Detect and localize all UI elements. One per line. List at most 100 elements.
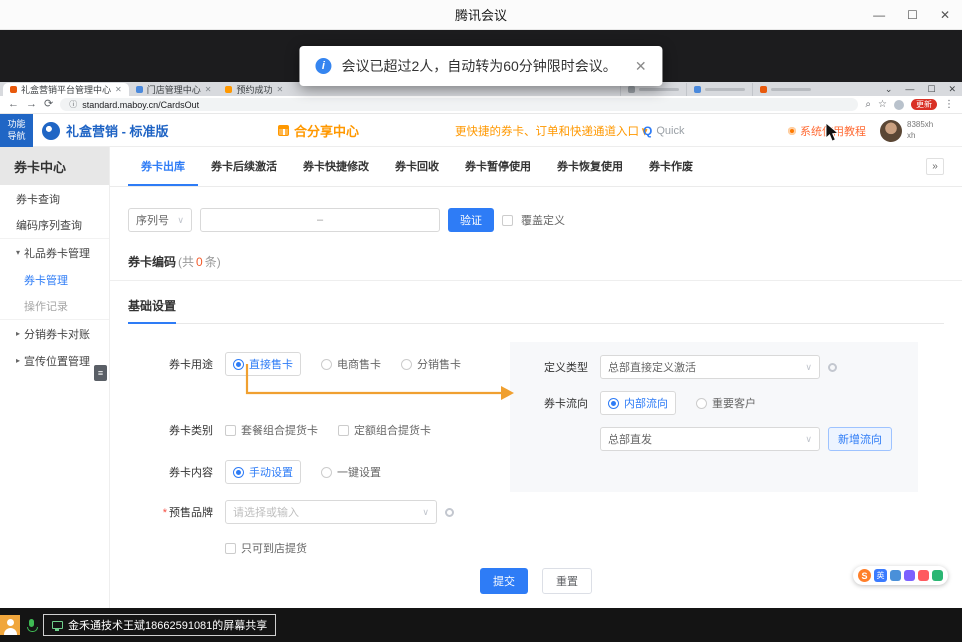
sidebar-group-distribution-recon[interactable]: ▸ 分销券卡对账 xyxy=(0,320,109,347)
tab-card-resume[interactable]: 券卡恢复使用 xyxy=(544,147,636,186)
reset-button[interactable]: 重置 xyxy=(542,568,592,594)
browser-window: 礼盒营销平台管理中心 ✕ 门店管理中心 ✕ 预约成功 ✕ xyxy=(0,82,962,608)
tabs-overflow-button[interactable]: » xyxy=(926,158,944,175)
sidebar-item-label: 券卡查询 xyxy=(16,191,60,207)
sidebar-item-operation-log[interactable]: 操作记录 xyxy=(0,293,109,320)
flow-option-internal[interactable]: 内部流向 xyxy=(600,391,676,415)
tab-card-pause[interactable]: 券卡暂停使用 xyxy=(452,147,544,186)
category-option-fixed[interactable]: 定额组合提货卡 xyxy=(338,422,431,438)
extension-logo-icon[interactable]: S xyxy=(858,569,871,582)
translate-icon[interactable]: 英 xyxy=(874,569,887,582)
browser-tab[interactable]: 预约成功 ✕ xyxy=(218,83,290,96)
microphone-icon[interactable] xyxy=(27,619,36,632)
sidebar-group-gift-card-mgmt[interactable]: ▾ 礼品券卡管理 xyxy=(0,239,109,266)
sidebar-title: 券卡中心 xyxy=(0,147,109,185)
sidebar-collapse-handle[interactable]: ≡ xyxy=(94,365,107,381)
flow-target-select[interactable]: 总部直发 ∨ xyxy=(600,427,820,451)
maximize-icon[interactable]: ☐ xyxy=(907,8,918,22)
option-label: 套餐组合提货卡 xyxy=(241,422,318,438)
add-flow-button[interactable]: 新增流向 xyxy=(828,427,892,451)
promo-link[interactable]: 更快捷的券卡、订单和快递通道入口 xyxy=(455,114,648,147)
category-option-package[interactable]: 套餐组合提货卡 xyxy=(225,422,318,438)
browser-update-button[interactable]: 更新 xyxy=(911,99,937,111)
tab-card-activate[interactable]: 券卡后续激活 xyxy=(198,147,290,186)
option-label: 手动设置 xyxy=(249,464,293,480)
flow-option-vip[interactable]: 重要客户 xyxy=(696,395,756,411)
browser-minimize-icon[interactable]: — xyxy=(905,84,914,94)
member-avatar-icon[interactable] xyxy=(0,615,20,635)
bookmark-star-icon[interactable]: ☆ xyxy=(878,100,887,110)
browser-close-icon[interactable]: ✕ xyxy=(948,84,956,95)
override-label: 覆盖定义 xyxy=(521,212,565,228)
tab-close-icon[interactable]: ✕ xyxy=(276,85,283,94)
browser-menu-icon[interactable]: ⋮ xyxy=(944,100,954,110)
browser-tab-partial[interactable] xyxy=(686,83,752,96)
user-menu[interactable]: 8385xh xh xyxy=(880,114,933,147)
nav-toggle-button[interactable]: 功能 导航 xyxy=(0,114,33,147)
tab-card-outbound[interactable]: 券卡出库 xyxy=(128,147,198,186)
sidebar-group-promo-mgmt[interactable]: ▸ 宣传位置管理 xyxy=(0,347,109,374)
submit-button[interactable]: 提交 xyxy=(480,568,528,594)
tab-card-void[interactable]: 券卡作废 xyxy=(636,147,706,186)
tab-close-icon[interactable]: ✕ xyxy=(115,85,122,94)
browser-tab[interactable]: 门店管理中心 ✕ xyxy=(129,83,219,96)
forward-icon[interactable]: → xyxy=(26,99,37,110)
sidebar: 券卡中心 券卡查询 编码序列查询 ▾ 礼品券卡管理 券卡管理 xyxy=(0,147,110,608)
option-label: 电商售卡 xyxy=(337,356,381,372)
brand-select[interactable]: 请选择或输入 ∨ xyxy=(225,500,437,524)
serial-type-select[interactable]: 序列号 ∨ xyxy=(128,208,192,232)
bulb-icon xyxy=(788,127,796,135)
site-info-icon[interactable]: ⓘ xyxy=(69,99,77,110)
meeting-bottom-bar: 金禾通技术王斌18662591081的屏幕共享 xyxy=(0,608,962,642)
tutorial-link[interactable]: 系统使用教程 xyxy=(788,114,866,147)
override-checkbox[interactable] xyxy=(502,215,513,226)
usage-option-ecommerce[interactable]: 电商售卡 xyxy=(321,356,381,372)
extension-icon[interactable] xyxy=(904,570,915,581)
favicon xyxy=(760,86,767,93)
help-icon[interactable] xyxy=(828,363,837,372)
chevron-down-icon: ∨ xyxy=(177,215,184,226)
brand-logo-icon xyxy=(42,122,60,140)
radio-checked-icon xyxy=(233,359,244,370)
define-type-select[interactable]: 总部直接定义激活 ∨ xyxy=(600,355,820,379)
usage-option-direct[interactable]: 直接售卡 xyxy=(225,352,301,376)
close-icon[interactable]: ✕ xyxy=(940,8,950,22)
minimize-icon[interactable]: — xyxy=(873,8,885,22)
extension-icon[interactable] xyxy=(890,570,901,581)
option-label: 定额组合提货卡 xyxy=(354,422,431,438)
tab-search-icon[interactable]: ⌄ xyxy=(885,84,893,95)
sidebar-item-code-serial-query[interactable]: 编码序列查询 xyxy=(0,212,109,239)
reload-icon[interactable]: ⟳ xyxy=(44,99,53,110)
verify-button[interactable]: 验证 xyxy=(448,208,494,232)
back-icon[interactable]: ← xyxy=(8,99,19,110)
tab-card-recycle[interactable]: 券卡回收 xyxy=(382,147,452,186)
extension-icon[interactable] xyxy=(918,570,929,581)
tab-card-quick-edit[interactable]: 券卡快捷修改 xyxy=(290,147,382,186)
content-option-manual[interactable]: 手动设置 xyxy=(225,460,301,484)
browser-tab-partial[interactable] xyxy=(752,83,818,96)
profile-icon[interactable] xyxy=(894,100,904,110)
favicon xyxy=(628,86,635,93)
help-icon[interactable] xyxy=(445,508,454,517)
sidebar-item-card-query[interactable]: 券卡查询 xyxy=(0,185,109,212)
browser-tab-active[interactable]: 礼盒营销平台管理中心 ✕ xyxy=(3,83,129,96)
store-only-option[interactable]: 只可到店提货 xyxy=(225,540,307,556)
quick-search[interactable]: Q Quick xyxy=(643,114,684,147)
share-center-link[interactable]: 合分享中心 xyxy=(278,114,359,147)
tab-label: 券卡后续激活 xyxy=(211,158,277,174)
sidebar-item-card-mgmt[interactable]: 券卡管理 xyxy=(0,266,109,293)
url-field[interactable]: ⓘ standard.maboy.cn/CardsOut xyxy=(60,98,858,111)
usage-option-distribution[interactable]: 分销售卡 xyxy=(401,356,461,372)
tab-close-icon[interactable]: ✕ xyxy=(205,85,212,94)
url-text: standard.maboy.cn/CardsOut xyxy=(82,100,199,110)
browser-maximize-icon[interactable]: ☐ xyxy=(927,84,935,95)
extension-icon[interactable] xyxy=(932,570,943,581)
content-option-onekey[interactable]: 一键设置 xyxy=(321,464,381,480)
search-icon[interactable]: ⌕ xyxy=(865,100,871,110)
favicon xyxy=(225,86,232,93)
banner-close-icon[interactable]: ✕ xyxy=(635,58,647,75)
card-code-section-header: 券卡编码 (共 0 条) xyxy=(110,253,962,281)
serial-range-input[interactable]: – xyxy=(200,208,440,232)
radio-checked-icon xyxy=(233,467,244,478)
flow-label: 券卡流向 xyxy=(526,395,588,411)
